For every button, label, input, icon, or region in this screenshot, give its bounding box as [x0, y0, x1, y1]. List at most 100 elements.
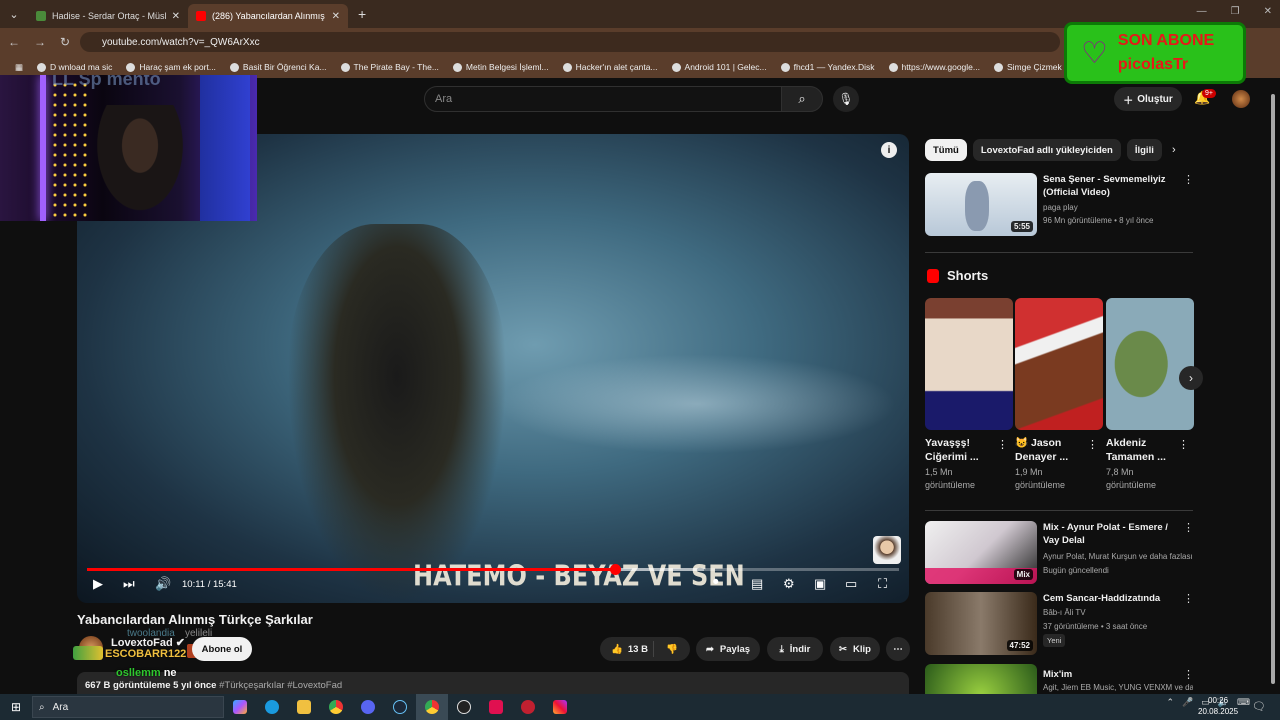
- steam-icon[interactable]: [384, 694, 416, 720]
- new-tab-button[interactable]: +: [348, 6, 376, 22]
- windows-start-icon[interactable]: ⊞: [0, 700, 32, 714]
- tab-close-icon[interactable]: ✕: [172, 11, 180, 22]
- clock-date: 20.08.2025: [1198, 707, 1239, 716]
- recommendation-item[interactable]: Mix'im Agit, Jiem EB Music, YUNG VENXM v…: [925, 664, 1195, 694]
- like-button[interactable]: 👍 13 B: [600, 641, 654, 657]
- more-options-icon[interactable]: ⋮: [1183, 668, 1194, 681]
- search-input[interactable]: Ara: [424, 86, 782, 112]
- more-options-icon[interactable]: ⋮: [1087, 438, 1098, 451]
- recommendation-item[interactable]: 47:52 Cem Sancar-Haddizatında Bâb-ı Âli …: [925, 592, 1195, 656]
- apps-icon[interactable]: ▦: [8, 62, 30, 73]
- tab-youtube[interactable]: (286) Yabancılardan Alınmış Türk ✕: [188, 4, 348, 28]
- minimize-icon[interactable]: —: [1197, 6, 1207, 17]
- scrubber-handle[interactable]: [609, 564, 621, 575]
- url-field[interactable]: youtube.com/watch?v=_QW6ArXxc: [80, 32, 1060, 52]
- more-options-icon[interactable]: ⋮: [1183, 173, 1194, 186]
- tab-search-icon[interactable]: ⌄: [0, 0, 28, 28]
- settings-icon[interactable]: ⚙: [783, 576, 795, 592]
- next-icon[interactable]: ⏭: [123, 576, 135, 592]
- app-icon[interactable]: [512, 694, 544, 720]
- hashtags[interactable]: #Türkçeşarkılar #LovextoFad: [219, 680, 342, 691]
- chip-related[interactable]: İlgili: [1126, 139, 1162, 161]
- more-options-icon[interactable]: ⋮: [1183, 521, 1194, 534]
- bookmark-item[interactable]: D wnload ma sic: [30, 62, 119, 72]
- fullscreen-icon[interactable]: ⛶: [878, 576, 887, 592]
- recommendation-item[interactable]: 5:55 Sena Şener - Sevmemeliyiz (Official…: [925, 173, 1195, 237]
- tab-hadise[interactable]: Hadise - Serdar Ortaç - Müslüm ✕: [28, 4, 188, 28]
- notification-center-icon[interactable]: 🗨: [1252, 700, 1266, 713]
- mic-icon[interactable]: 🎤: [1182, 697, 1193, 708]
- download-button[interactable]: ⤓ İndir: [767, 637, 823, 661]
- bookmark-item[interactable]: The Pirate Bay - The...: [334, 62, 446, 72]
- taskbar-clock[interactable]: 00:26 20.08.2025: [1198, 695, 1238, 717]
- chrome-icon[interactable]: [320, 694, 352, 720]
- chat-user: osllemm: [116, 667, 161, 679]
- obs-icon[interactable]: [448, 694, 480, 720]
- short-item[interactable]: 😺 Jason Denayer ... 1,9 Mn görüntüleme ⋮: [1015, 298, 1103, 492]
- bookmark-item[interactable]: Haraç şam ek port...: [119, 62, 223, 72]
- channel-watermark[interactable]: [873, 536, 901, 564]
- tab-close-icon[interactable]: ✕: [332, 11, 340, 22]
- bookmark-item[interactable]: https://www.google...: [882, 62, 987, 72]
- share-label: Paylaş: [719, 643, 751, 655]
- more-options-icon[interactable]: ⋮: [997, 438, 1008, 451]
- forward-icon[interactable]: →: [34, 35, 46, 49]
- search-icon[interactable]: ⌕: [781, 86, 823, 112]
- tiktok-icon[interactable]: [480, 694, 512, 720]
- bookmark-item[interactable]: Basit Bir Öğrenci Ka...: [223, 62, 334, 72]
- bookmark-icon: [126, 62, 136, 72]
- chevron-up-icon[interactable]: ⌃: [1167, 697, 1175, 708]
- edge-icon[interactable]: [256, 694, 288, 720]
- neon-light: [40, 75, 46, 221]
- description-box[interactable]: 667 B görüntüleme 5 yıl önce #Türkçeşark…: [77, 672, 909, 694]
- share-button[interactable]: ➦ Paylaş: [696, 637, 760, 661]
- info-icon[interactable]: i: [881, 142, 897, 158]
- recommendation-item[interactable]: Mix Mix - Aynur Polat - Esmere / Vay Del…: [925, 521, 1195, 585]
- reload-icon[interactable]: ↻: [60, 35, 70, 49]
- short-views: 1,5 Mn: [925, 467, 953, 477]
- chrome-icon[interactable]: [416, 694, 448, 720]
- short-item[interactable]: Yavaşşş! Ciğerimi ... 1,5 Mn görüntüleme…: [925, 298, 1013, 492]
- subscribe-button[interactable]: Abone ol: [192, 637, 252, 661]
- avatar[interactable]: [1232, 90, 1250, 108]
- mic-icon[interactable]: 🎙: [833, 86, 859, 112]
- taskbar-search[interactable]: ⌕ Ara: [32, 696, 224, 718]
- file-explorer-icon[interactable]: [288, 694, 320, 720]
- create-button[interactable]: ＋ Oluştur: [1114, 87, 1182, 111]
- chip-all[interactable]: Tümü: [925, 139, 967, 161]
- chevron-right-icon[interactable]: ›: [1172, 144, 1176, 156]
- filter-chips: Tümü LovextoFad adlı yükleyiciden İlgili: [925, 139, 1162, 161]
- bookmark-label: Basit Bir Öğrenci Ka...: [242, 62, 327, 72]
- chevron-right-icon[interactable]: ›: [1179, 366, 1203, 390]
- clip-button[interactable]: ✂ Klip: [830, 637, 880, 661]
- instagram-icon[interactable]: [544, 694, 576, 720]
- discord-icon[interactable]: [352, 694, 384, 720]
- scrollbar[interactable]: [1270, 88, 1276, 688]
- progress-bar[interactable]: [87, 564, 899, 575]
- thumbs-up-icon: 👍: [611, 643, 623, 655]
- back-icon[interactable]: ←: [8, 35, 20, 49]
- maximize-icon[interactable]: ❐: [1231, 6, 1240, 17]
- bookmark-item[interactable]: Metin Belgesi İşleml...: [446, 62, 556, 72]
- rec-channel: Aynur Polat, Murat Kurşun ve daha fazlas…: [1043, 552, 1193, 561]
- copilot-icon[interactable]: [224, 694, 256, 720]
- more-options-icon[interactable]: ⋮: [1183, 592, 1194, 605]
- short-item[interactable]: Akdeniz Tamamen ... 7,8 Mn görüntüleme ⋮: [1106, 298, 1194, 492]
- volume-icon[interactable]: 🔊: [155, 576, 171, 592]
- close-window-icon[interactable]: ✕: [1264, 6, 1272, 17]
- more-actions-button[interactable]: ⋯: [886, 637, 910, 661]
- bookmark-item[interactable]: Hacker'ın alet çanta...: [556, 62, 665, 72]
- miniplayer-icon[interactable]: ▣: [814, 576, 826, 592]
- bookmark-item[interactable]: Android 101 | Gelec...: [665, 62, 774, 72]
- scrollbar-thumb[interactable]: [1271, 94, 1275, 684]
- more-options-icon[interactable]: ⋮: [1178, 438, 1189, 451]
- theater-icon[interactable]: ▭: [845, 576, 857, 592]
- keyboard-icon[interactable]: ⌨: [1237, 697, 1250, 708]
- bookmark-label: Metin Belgesi İşleml...: [465, 62, 549, 72]
- subtitles-icon[interactable]: ▤: [751, 576, 763, 592]
- autoplay-toggle[interactable]: ⏺: [713, 576, 719, 589]
- chip-uploader[interactable]: LovextoFad adlı yükleyiciden: [972, 139, 1121, 161]
- dislike-button[interactable]: 👎: [654, 644, 690, 655]
- play-icon[interactable]: ▶: [93, 576, 103, 592]
- bookmark-item[interactable]: fhcd1 — Yandex.Disk: [774, 62, 882, 72]
